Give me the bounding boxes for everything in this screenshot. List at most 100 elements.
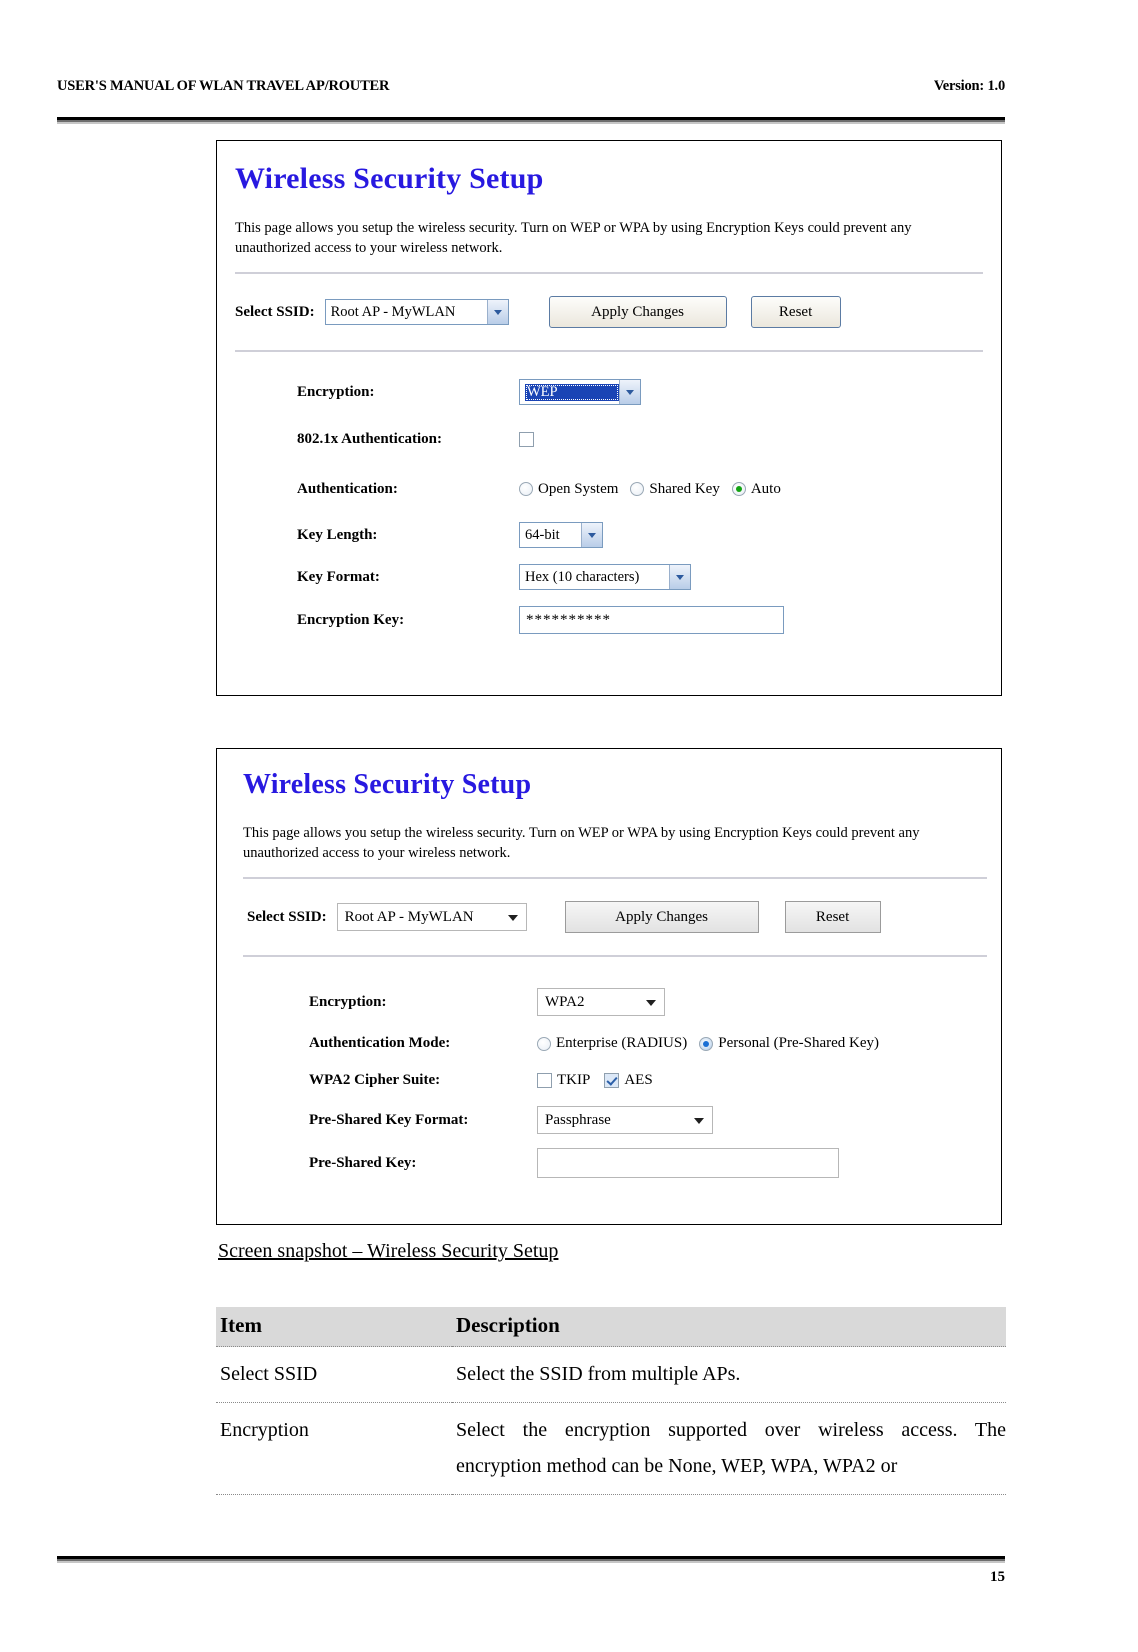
wpa2-apply-changes-button[interactable]: Apply Changes <box>564 901 759 933</box>
wep-auth-option-shared-key-label: Shared Key <box>649 480 720 497</box>
document-header: USER'S MANUAL OF WLAN TRAVEL AP/ROUTER V… <box>57 78 1005 95</box>
wpa2-auth-mode-enterprise[interactable]: Enterprise (RADIUS) <box>537 1035 687 1052</box>
radio-icon <box>630 482 645 496</box>
wpa2-select-ssid-dropdown[interactable]: Root AP - MyWLAN <box>336 903 527 931</box>
footer-divider <box>57 1556 1005 1563</box>
wep-encryption-label: Encryption: <box>297 383 375 400</box>
wpa2-cipher-tkip-label: TKIP <box>557 1072 591 1088</box>
table-cell-item: Encryption <box>216 1402 452 1495</box>
wep-8021x-checkbox[interactable] <box>519 431 534 447</box>
checkbox-icon <box>537 1073 552 1088</box>
wpa2-divider-bottom <box>243 955 987 957</box>
wpa2-cipher-tkip[interactable]: TKIP <box>537 1072 590 1089</box>
wpa2-form: Encryption: WPA2 Authentication Mode: En… <box>309 979 1001 1185</box>
screenshot-wireless-security-wpa2: Wireless Security Setup This page allows… <box>216 748 1002 1225</box>
wep-auth-option-auto[interactable]: Auto <box>731 480 781 498</box>
wpa2-psk-format-dropdown[interactable]: Passphrase <box>537 1106 713 1134</box>
wep-key-format-dropdown[interactable]: Hex (10 characters) <box>519 564 691 590</box>
wep-auth-option-open-system-label: Open System <box>538 480 619 497</box>
wep-auth-option-shared-key[interactable]: Shared Key <box>630 480 720 498</box>
wep-encryption-key-label: Encryption Key: <box>297 611 405 628</box>
wep-encryption-key-input[interactable]: ********** <box>519 606 784 634</box>
chevron-down-icon <box>669 565 690 589</box>
figure-caption: Screen snapshot – Wireless Security Setu… <box>218 1240 559 1262</box>
wpa2-psk-format-label: Pre-Shared Key Format: <box>309 1111 469 1128</box>
wpa2-cipher-aes[interactable]: AES <box>604 1072 653 1089</box>
wep-auth-option-open-system[interactable]: Open System <box>519 481 618 498</box>
wep-page-title: Wireless Security Setup <box>235 162 544 195</box>
wpa2-auth-mode-enterprise-label: Enterprise (RADIUS) <box>556 1035 688 1051</box>
table-row: Select SSID Select the SSID from multipl… <box>216 1346 1006 1403</box>
wpa2-psk-row: Pre-Shared Key: <box>309 1141 1001 1185</box>
wpa2-cipher-suite-row: WPA2 Cipher Suite: TKIP AES <box>309 1062 1001 1099</box>
radio-icon <box>537 1036 551 1051</box>
radio-selected-icon <box>731 482 746 496</box>
wep-8021x-row: 802.1x Authentication: <box>297 414 1001 464</box>
description-table: Item Description Select SSID Select the … <box>216 1307 1006 1495</box>
wpa2-encryption-value: WPA2 <box>545 993 585 1010</box>
wep-divider-bottom <box>235 350 983 352</box>
wep-reset-button[interactable]: Reset <box>750 296 841 328</box>
chevron-down-icon <box>619 380 640 404</box>
wpa2-psk-format-row: Pre-Shared Key Format: Passphrase <box>309 1099 1001 1141</box>
table-header-row: Item Description <box>216 1307 1006 1347</box>
wep-form: Encryption: WEP 802.1x Authentication: A… <box>297 370 1001 642</box>
wep-auth-option-auto-label: Auto <box>750 480 781 497</box>
wep-select-ssid-dropdown[interactable]: Root AP - MyWLAN <box>324 299 509 325</box>
chevron-down-icon <box>486 300 508 324</box>
table-header-description: Description <box>452 1307 1006 1347</box>
wep-ssid-row: Select SSID: Root AP - MyWLAN Apply Chan… <box>235 296 1001 328</box>
wep-page-description: This page allows you setup the wireless … <box>235 220 912 256</box>
wpa2-psk-input[interactable] <box>537 1148 839 1178</box>
wpa2-cipher-aes-label: AES <box>624 1072 653 1088</box>
wpa2-divider-top <box>243 877 987 879</box>
chevron-down-icon <box>581 523 602 547</box>
wpa2-auth-mode-personal-label: Personal (Pre-Shared Key) <box>718 1035 880 1051</box>
table-cell-description: Select the SSID from multiple APs. <box>452 1346 1006 1403</box>
wpa2-encryption-dropdown[interactable]: WPA2 <box>537 988 665 1016</box>
wpa2-auth-mode-label: Authentication Mode: <box>309 1035 451 1051</box>
wep-encryption-dropdown[interactable]: WEP <box>519 379 641 405</box>
table-cell-item: Select SSID <box>216 1346 452 1403</box>
wep-key-format-row: Key Format: Hex (10 characters) <box>297 556 1001 598</box>
wpa2-auth-mode-row: Authentication Mode: Enterprise (RADIUS)… <box>309 1025 1001 1062</box>
wpa2-psk-format-value: Passphrase <box>545 1111 611 1128</box>
wep-key-format-value: Hex (10 characters) <box>525 568 640 585</box>
wep-authentication-row: Authentication: Open System Shared Key A… <box>297 464 1001 514</box>
wep-encryption-row: Encryption: WEP <box>297 370 1001 414</box>
wep-key-length-value: 64-bit <box>525 526 560 543</box>
wpa2-cipher-suite-label: WPA2 Cipher Suite: <box>309 1072 441 1088</box>
radio-selected-icon <box>699 1036 714 1051</box>
chevron-down-icon <box>694 1112 704 1129</box>
wpa2-page-description: This page allows you setup the wireless … <box>243 825 920 861</box>
wep-key-format-label: Key Format: <box>297 568 380 585</box>
wep-key-length-label: Key Length: <box>297 526 378 543</box>
document-page: USER'S MANUAL OF WLAN TRAVEL AP/ROUTER V… <box>0 0 1138 1652</box>
wep-authentication-label: Authentication: <box>297 480 398 497</box>
wep-apply-changes-button[interactable]: Apply Changes <box>548 296 727 328</box>
screenshot-wireless-security-wep: Wireless Security Setup This page allows… <box>216 140 1002 696</box>
wep-encryption-key-row: Encryption Key: ********** <box>297 598 1001 642</box>
wep-8021x-label: 802.1x Authentication: <box>297 430 443 447</box>
wpa2-psk-label: Pre-Shared Key: <box>309 1154 417 1171</box>
wpa2-auth-mode-personal[interactable]: Personal (Pre-Shared Key) <box>699 1035 879 1052</box>
table-header-item: Item <box>216 1307 452 1347</box>
wep-select-ssid-value: Root AP - MyWLAN <box>330 303 456 320</box>
page-number: 15 <box>990 1569 1005 1585</box>
manual-title: USER'S MANUAL OF WLAN TRAVEL AP/ROUTER <box>57 78 390 94</box>
wep-key-length-dropdown[interactable]: 64-bit <box>519 522 603 548</box>
table-row: Encryption Select the encryption support… <box>216 1402 1006 1495</box>
wpa2-select-ssid-value: Root AP - MyWLAN <box>344 908 474 925</box>
wpa2-ssid-row: Select SSID: Root AP - MyWLAN Apply Chan… <box>247 901 1001 933</box>
wep-select-ssid-label: Select SSID: <box>235 303 315 320</box>
chevron-down-icon <box>646 994 656 1011</box>
wpa2-encryption-label: Encryption: <box>309 993 387 1010</box>
chevron-down-icon <box>508 909 518 926</box>
wpa2-reset-button[interactable]: Reset <box>784 901 881 933</box>
wpa2-encryption-row: Encryption: WPA2 <box>309 979 1001 1025</box>
wep-key-length-row: Key Length: 64-bit <box>297 514 1001 556</box>
wpa2-page-title: Wireless Security Setup <box>243 769 532 800</box>
wpa2-select-ssid-label: Select SSID: <box>247 908 327 925</box>
table-cell-description: Select the encryption supported over wir… <box>452 1402 1006 1495</box>
radio-icon <box>519 482 533 496</box>
